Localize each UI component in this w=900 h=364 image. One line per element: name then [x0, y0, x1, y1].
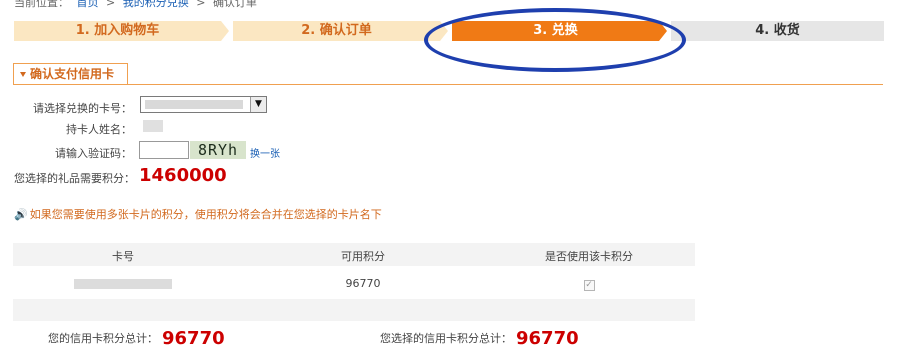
notice-text: 如果您需要使用多张卡片的积分，使用积分将会合并在您选择的卡片名下 [29, 208, 382, 221]
card-number-cell [13, 277, 233, 290]
caret-down-icon [20, 72, 26, 77]
captcha-input[interactable] [139, 141, 189, 159]
table-header: 卡号 可用积分 是否使用该卡积分 [13, 243, 695, 266]
header-use-card-points: 是否使用该卡积分 [545, 250, 633, 263]
captcha-image: 8RYh [190, 141, 246, 159]
card-number-select[interactable]: ▼ [140, 96, 267, 113]
points-required-label: 您选择的礼品需要积分： [14, 172, 135, 185]
captcha-label: 请输入验证码： [55, 147, 132, 160]
points-required-value: 1460000 [139, 165, 227, 186]
use-card-points-checkbox[interactable]: ✓ [583, 280, 595, 291]
breadcrumb-current: 确认订单 [212, 0, 257, 9]
notice: 🔊 如果您需要使用多张卡片的积分，使用积分将会合并在您选择的卡片名下 [14, 206, 382, 222]
credit-points-total-label: 您的信用卡积分总计： [48, 332, 158, 345]
use-points-cell: ✓ [483, 277, 695, 291]
captcha-refresh-link[interactable]: 换一张 [250, 145, 280, 160]
credit-points-total-value: 96770 [162, 328, 225, 349]
header-card-number: 卡号 [112, 250, 134, 263]
tab-label: 确认支付信用卡 [30, 67, 115, 81]
breadcrumb: 当前位置： 首页 > 我的积分兑换 > 确认订单 [14, 0, 261, 9]
cardholder-name-blurred [143, 120, 163, 132]
header-available-points: 可用积分 [341, 250, 385, 263]
annotation-circle [424, 8, 686, 72]
selected-points-total: 您选择的信用卡积分总计： 96770 [380, 328, 579, 349]
card-select-label: 请选择兑换的卡号： [33, 102, 132, 115]
step-arrow [221, 21, 229, 41]
chevron-down-icon[interactable]: ▼ [250, 97, 266, 112]
card-number-value-blurred [145, 100, 243, 109]
card-number-blurred [74, 279, 172, 289]
breadcrumb-separator: > [106, 0, 116, 9]
step-confirm-order: 2. 确认订单 [233, 21, 440, 41]
cardholder-label: 持卡人姓名： [66, 123, 132, 136]
breadcrumb-home-link[interactable]: 首页 [77, 0, 99, 9]
step-add-to-cart: 1. 加入购物车 [14, 21, 221, 41]
tab-confirm-credit-card[interactable]: 确认支付信用卡 [13, 63, 128, 85]
breadcrumb-prefix: 当前位置： [14, 0, 69, 9]
selected-points-total-value: 96770 [516, 328, 579, 349]
breadcrumb-separator: > [196, 0, 206, 9]
selected-points-total-label: 您选择的信用卡积分总计： [380, 332, 512, 345]
table-footer-row [13, 299, 695, 321]
credit-points-total: 您的信用卡积分总计： 96770 [48, 328, 225, 349]
available-points-cell: 96770 [345, 277, 381, 290]
tab-divider [13, 84, 883, 85]
speaker-icon: 🔊 [14, 208, 28, 221]
breadcrumb-section-link[interactable]: 我的积分兑换 [123, 0, 189, 9]
table-row: 96770 ✓ [13, 266, 695, 299]
step-receive: 4. 收货 [671, 21, 884, 41]
